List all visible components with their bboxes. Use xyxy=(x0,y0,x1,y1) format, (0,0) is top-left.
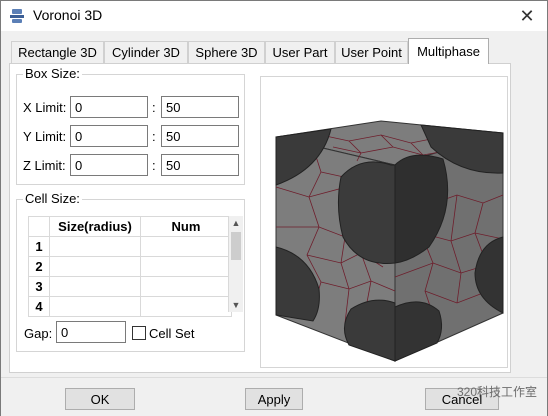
watermark: 320科技工作室 xyxy=(456,385,537,399)
y-limit-label: Y Limit: xyxy=(23,129,67,144)
tab-cylinder-3d[interactable]: Cylinder 3D xyxy=(104,41,188,63)
window-title: Voronoi 3D xyxy=(33,7,103,23)
z-limit-max-input[interactable] xyxy=(161,154,239,176)
x-limit-max-input[interactable] xyxy=(161,96,239,118)
cell-set-label: Cell Set xyxy=(149,326,195,341)
row-number: 1 xyxy=(28,236,50,257)
y-limit-min-input[interactable] xyxy=(70,125,148,147)
table-header-row: Size(radius) Num xyxy=(28,216,232,237)
apply-button[interactable]: Apply xyxy=(245,388,303,410)
size-radius-column-header[interactable]: Size(radius) xyxy=(49,216,141,237)
dark-grain-edge xyxy=(394,301,443,362)
ok-button[interactable]: OK xyxy=(65,388,135,410)
table-row[interactable]: 4 xyxy=(28,296,232,317)
x-limit-min-input[interactable] xyxy=(70,96,148,118)
num-cell[interactable] xyxy=(140,256,232,277)
row-number: 3 xyxy=(28,276,50,297)
box-size-label: Box Size: xyxy=(23,66,82,81)
size-radius-cell[interactable] xyxy=(49,256,141,277)
size-radius-cell[interactable] xyxy=(49,236,141,257)
close-icon[interactable]: ✕ xyxy=(515,4,539,28)
voronoi-3d-dialog: Voronoi 3D ✕ Rectangle 3D Cylinder 3D Sp… xyxy=(0,0,548,416)
gap-label: Gap: xyxy=(24,326,53,341)
y-limit-separator: : xyxy=(152,129,156,144)
scroll-up-icon[interactable]: ▲ xyxy=(229,216,243,230)
box-size-group: Box Size: X Limit: : Y Limit: : Z Limit:… xyxy=(16,66,245,185)
z-limit-separator: : xyxy=(152,158,156,173)
size-radius-cell[interactable] xyxy=(49,296,141,317)
tab-multiphase[interactable]: Multiphase xyxy=(408,38,489,64)
cell-size-label: Cell Size: xyxy=(23,191,82,206)
scrollbar-thumb[interactable] xyxy=(231,232,241,260)
cell-size-table[interactable]: Size(radius) Num 1 2 3 4 xyxy=(28,216,232,317)
cell-set-checkbox[interactable] xyxy=(132,326,146,340)
app-icon xyxy=(10,9,24,23)
row-number: 2 xyxy=(28,256,50,277)
voronoi-3d-viewport[interactable] xyxy=(260,76,508,368)
num-column-header[interactable]: Num xyxy=(140,216,232,237)
multiphase-panel: Box Size: X Limit: : Y Limit: : Z Limit:… xyxy=(9,63,511,373)
row-number: 4 xyxy=(28,296,50,317)
tab-user-part[interactable]: User Part xyxy=(265,41,335,63)
tab-sphere-3d[interactable]: Sphere 3D xyxy=(188,41,265,63)
num-cell[interactable] xyxy=(140,236,232,257)
table-row[interactable]: 2 xyxy=(28,256,232,277)
num-cell[interactable] xyxy=(140,276,232,297)
z-limit-label: Z Limit: xyxy=(23,158,66,173)
num-cell[interactable] xyxy=(140,296,232,317)
x-limit-separator: : xyxy=(152,100,156,115)
title-bar: Voronoi 3D ✕ xyxy=(1,1,547,31)
gap-input[interactable] xyxy=(56,321,126,343)
tab-rectangle-3d[interactable]: Rectangle 3D xyxy=(11,41,104,63)
scroll-down-icon[interactable]: ▼ xyxy=(229,298,243,312)
tab-user-point[interactable]: User Point xyxy=(335,41,408,63)
dark-grain-edge xyxy=(344,299,396,362)
size-radius-cell[interactable] xyxy=(49,276,141,297)
table-corner-cell xyxy=(28,216,50,237)
table-row[interactable]: 3 xyxy=(28,276,232,297)
y-limit-max-input[interactable] xyxy=(161,125,239,147)
voronoi-cube-render xyxy=(275,120,504,362)
table-row[interactable]: 1 xyxy=(28,236,232,257)
table-vertical-scrollbar[interactable]: ▲ ▼ xyxy=(228,216,243,312)
x-limit-label: X Limit: xyxy=(23,100,67,115)
z-limit-min-input[interactable] xyxy=(70,154,148,176)
